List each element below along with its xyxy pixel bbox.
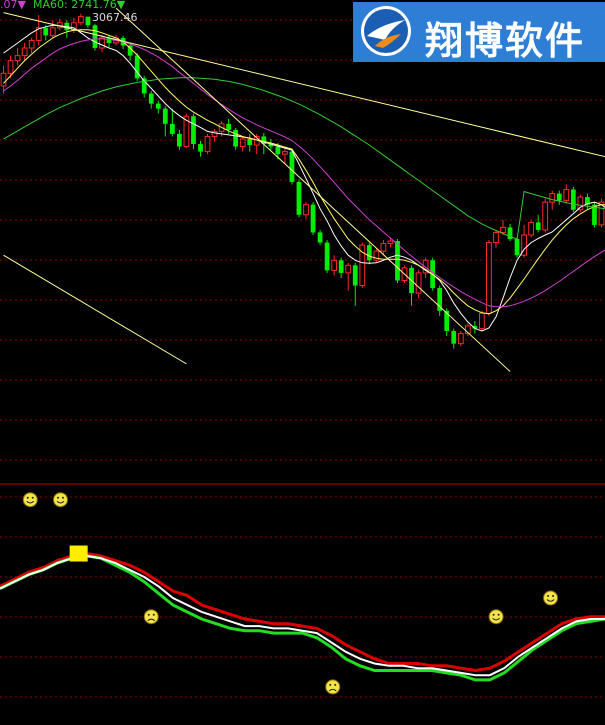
candle-body: [148, 93, 154, 104]
face-circle: [22, 492, 38, 508]
candle-body: [549, 193, 556, 203]
candle-body: [556, 193, 562, 201]
candle-body: [296, 181, 302, 215]
candle-body: [528, 221, 535, 236]
face-eye: [62, 496, 64, 499]
logo-emblem-icon: [361, 6, 411, 56]
candle-body: [169, 123, 175, 134]
candle-body: [444, 310, 450, 332]
face-eye: [547, 594, 550, 597]
ma60-label: MA60: 2741.76▼: [33, 0, 126, 11]
candle-body: [239, 138, 246, 148]
face-circle: [325, 679, 341, 695]
face-eye: [147, 613, 150, 616]
candle-body: [345, 264, 352, 274]
candle-body: [493, 231, 499, 244]
face-eye: [329, 683, 332, 686]
candle-body: [85, 16, 91, 26]
candle-body: [352, 265, 358, 286]
candle-body: [191, 116, 196, 145]
candle-body: [415, 272, 422, 294]
ma-line-ma10: [3, 29, 605, 315]
candle-body: [380, 243, 387, 252]
candle-body: [500, 226, 506, 233]
trend-line: [3, 254, 187, 365]
logo-text: 翔博软件: [425, 19, 586, 63]
candle-body: [289, 151, 295, 182]
candle-body: [155, 103, 161, 109]
moving-averages: [3, 24, 605, 332]
candle-body: [331, 259, 338, 271]
candle-body: [366, 245, 372, 261]
candle-body: [162, 108, 168, 124]
marked-price-label: 3067.46: [92, 11, 138, 24]
happy-face-icon: [53, 492, 68, 508]
candle-body: [14, 55, 21, 62]
face-eye: [334, 683, 337, 686]
indicator-red-line: [0, 551, 605, 673]
candle-body: [275, 146, 281, 155]
candle-body: [198, 144, 203, 152]
candle-body: [78, 16, 84, 24]
candle-body: [21, 47, 28, 57]
candle-body: [7, 60, 14, 74]
candle-body: [535, 222, 541, 230]
candle-body: [226, 123, 232, 130]
candle-body: [387, 240, 394, 245]
face-eye: [552, 594, 555, 597]
candle-body: [303, 204, 309, 216]
lower-grid: [0, 496, 605, 698]
face-eye: [31, 496, 34, 499]
candle-body: [395, 241, 400, 281]
candle-body: [28, 39, 35, 49]
candle-body: [204, 135, 211, 153]
chart-canvas: [0, 7, 605, 698]
face-circle: [53, 492, 68, 508]
candle-body: [514, 239, 520, 256]
candle-body: [317, 232, 323, 243]
candle-body: [247, 138, 253, 146]
candle-body: [563, 189, 570, 202]
candle-body: [570, 189, 576, 210]
candle-body: [457, 333, 464, 345]
signal-square-marker: [69, 545, 88, 562]
candle-body: [233, 129, 239, 147]
candle-body: [310, 204, 316, 233]
candle-body: [437, 288, 443, 311]
face-eye: [497, 613, 500, 616]
candle-body: [49, 27, 56, 36]
candle-body: [338, 260, 344, 273]
candle-body: [92, 25, 98, 49]
brand-logo: 翔博软件: [353, 2, 605, 63]
face-circle: [488, 609, 504, 625]
candle-body: [282, 151, 288, 155]
candle-body: [486, 242, 492, 314]
upper-grid: [0, 19, 605, 461]
candle-body: [0, 72, 7, 87]
happy-face-icon: [543, 590, 559, 606]
happy-face-icon: [22, 492, 38, 508]
face-eye: [57, 496, 59, 499]
indicator-markers: [22, 492, 559, 695]
candle-body: [43, 27, 49, 36]
happy-face-icon: [488, 609, 504, 625]
face-eye: [26, 496, 29, 499]
ma-line-ma5: [3, 24, 605, 332]
face-eye: [492, 613, 495, 616]
face-circle: [543, 590, 559, 606]
candle-body: [542, 201, 549, 231]
face-circle: [143, 609, 159, 625]
face-eye: [152, 613, 155, 616]
candle-body: [324, 242, 330, 271]
candle-body: [451, 331, 457, 344]
sad-face-icon: [143, 609, 159, 625]
candle-body: [176, 133, 182, 147]
sad-face-icon: [325, 679, 341, 695]
candle-body: [478, 312, 485, 329]
ma-value-label: .07▼: [0, 0, 26, 11]
